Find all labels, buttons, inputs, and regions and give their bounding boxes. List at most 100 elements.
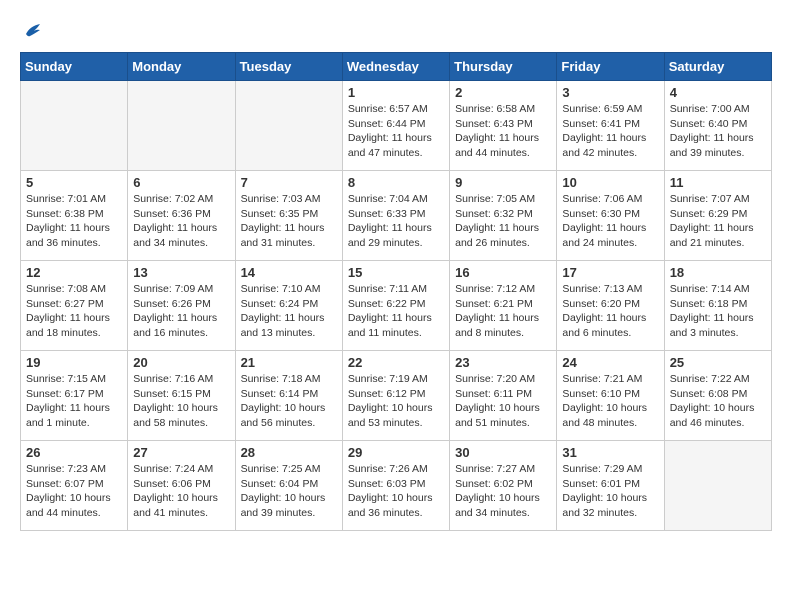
calendar-week-row: 26 Sunrise: 7:23 AM Sunset: 6:07 PM Dayli… (21, 441, 772, 531)
day-number: 20 (133, 355, 229, 370)
calendar-cell: 28 Sunrise: 7:25 AM Sunset: 6:04 PM Dayli… (235, 441, 342, 531)
day-header-thursday: Thursday (450, 53, 557, 81)
day-number: 16 (455, 265, 551, 280)
calendar-cell: 18 Sunrise: 7:14 AM Sunset: 6:18 PM Dayli… (664, 261, 771, 351)
day-number: 30 (455, 445, 551, 460)
day-info: Sunrise: 7:13 AM Sunset: 6:20 PM Dayligh… (562, 282, 658, 341)
day-info: Sunrise: 7:18 AM Sunset: 6:14 PM Dayligh… (241, 372, 337, 431)
day-number: 3 (562, 85, 658, 100)
calendar-cell: 6 Sunrise: 7:02 AM Sunset: 6:36 PM Daylig… (128, 171, 235, 261)
calendar-header-row: SundayMondayTuesdayWednesdayThursdayFrid… (21, 53, 772, 81)
day-info: Sunrise: 7:26 AM Sunset: 6:03 PM Dayligh… (348, 462, 444, 521)
calendar-cell: 9 Sunrise: 7:05 AM Sunset: 6:32 PM Daylig… (450, 171, 557, 261)
header (20, 20, 772, 42)
day-info: Sunrise: 7:10 AM Sunset: 6:24 PM Dayligh… (241, 282, 337, 341)
calendar-cell: 26 Sunrise: 7:23 AM Sunset: 6:07 PM Dayli… (21, 441, 128, 531)
day-header-sunday: Sunday (21, 53, 128, 81)
calendar-cell (21, 81, 128, 171)
day-number: 10 (562, 175, 658, 190)
calendar-cell (235, 81, 342, 171)
day-number: 26 (26, 445, 122, 460)
day-info: Sunrise: 7:02 AM Sunset: 6:36 PM Dayligh… (133, 192, 229, 251)
day-info: Sunrise: 6:59 AM Sunset: 6:41 PM Dayligh… (562, 102, 658, 161)
day-number: 19 (26, 355, 122, 370)
day-header-saturday: Saturday (664, 53, 771, 81)
calendar-week-row: 5Sunrise: 7:01 AM Sunset: 6:38 PM Daylig… (21, 171, 772, 261)
calendar-cell: 24 Sunrise: 7:21 AM Sunset: 6:10 PM Dayli… (557, 351, 664, 441)
day-info: Sunrise: 7:12 AM Sunset: 6:21 PM Dayligh… (455, 282, 551, 341)
day-number: 8 (348, 175, 444, 190)
calendar-cell: 10 Sunrise: 7:06 AM Sunset: 6:30 PM Dayli… (557, 171, 664, 261)
day-number: 17 (562, 265, 658, 280)
day-number: 25 (670, 355, 766, 370)
day-info: Sunrise: 7:24 AM Sunset: 6:06 PM Dayligh… (133, 462, 229, 521)
day-number: 13 (133, 265, 229, 280)
day-info: Sunrise: 7:11 AM Sunset: 6:22 PM Dayligh… (348, 282, 444, 341)
calendar-cell: 4 Sunrise: 7:00 AM Sunset: 6:40 PM Daylig… (664, 81, 771, 171)
calendar-cell: 16 Sunrise: 7:12 AM Sunset: 6:21 PM Dayli… (450, 261, 557, 351)
day-info: Sunrise: 7:08 AM Sunset: 6:27 PM Dayligh… (26, 282, 122, 341)
day-header-friday: Friday (557, 53, 664, 81)
calendar-cell: 29 Sunrise: 7:26 AM Sunset: 6:03 PM Dayli… (342, 441, 449, 531)
calendar-week-row: 1 Sunrise: 6:57 AM Sunset: 6:44 PM Daylig… (21, 81, 772, 171)
day-info: Sunrise: 7:15 AM Sunset: 6:17 PM Dayligh… (26, 372, 122, 431)
day-info: Sunrise: 7:01 AM Sunset: 6:38 PM Dayligh… (26, 192, 122, 251)
day-number: 29 (348, 445, 444, 460)
calendar-cell: 14 Sunrise: 7:10 AM Sunset: 6:24 PM Dayli… (235, 261, 342, 351)
day-info: Sunrise: 7:25 AM Sunset: 6:04 PM Dayligh… (241, 462, 337, 521)
day-info: Sunrise: 7:22 AM Sunset: 6:08 PM Dayligh… (670, 372, 766, 431)
day-info: Sunrise: 7:23 AM Sunset: 6:07 PM Dayligh… (26, 462, 122, 521)
calendar-cell: 17 Sunrise: 7:13 AM Sunset: 6:20 PM Dayli… (557, 261, 664, 351)
day-number: 27 (133, 445, 229, 460)
day-number: 14 (241, 265, 337, 280)
day-number: 23 (455, 355, 551, 370)
day-number: 18 (670, 265, 766, 280)
calendar-cell: 8 Sunrise: 7:04 AM Sunset: 6:33 PM Daylig… (342, 171, 449, 261)
calendar-cell: 22Sunrise: 7:19 AM Sunset: 6:12 PM Dayli… (342, 351, 449, 441)
day-header-monday: Monday (128, 53, 235, 81)
day-number: 7 (241, 175, 337, 190)
day-info: Sunrise: 7:16 AM Sunset: 6:15 PM Dayligh… (133, 372, 229, 431)
day-info: Sunrise: 7:00 AM Sunset: 6:40 PM Dayligh… (670, 102, 766, 161)
day-info: Sunrise: 7:19 AM Sunset: 6:12 PM Dayligh… (348, 372, 444, 431)
day-info: Sunrise: 7:27 AM Sunset: 6:02 PM Dayligh… (455, 462, 551, 521)
calendar-week-row: 19 Sunrise: 7:15 AM Sunset: 6:17 PM Dayli… (21, 351, 772, 441)
day-info: Sunrise: 7:06 AM Sunset: 6:30 PM Dayligh… (562, 192, 658, 251)
day-number: 1 (348, 85, 444, 100)
day-number: 6 (133, 175, 229, 190)
day-info: Sunrise: 6:58 AM Sunset: 6:43 PM Dayligh… (455, 102, 551, 161)
day-number: 28 (241, 445, 337, 460)
calendar-cell: 7 Sunrise: 7:03 AM Sunset: 6:35 PM Daylig… (235, 171, 342, 261)
calendar-table: SundayMondayTuesdayWednesdayThursdayFrid… (20, 52, 772, 531)
calendar-week-row: 12 Sunrise: 7:08 AM Sunset: 6:27 PM Dayli… (21, 261, 772, 351)
day-info: Sunrise: 7:03 AM Sunset: 6:35 PM Dayligh… (241, 192, 337, 251)
day-number: 9 (455, 175, 551, 190)
day-info: Sunrise: 7:05 AM Sunset: 6:32 PM Dayligh… (455, 192, 551, 251)
calendar-cell: 3 Sunrise: 6:59 AM Sunset: 6:41 PM Daylig… (557, 81, 664, 171)
day-info: Sunrise: 7:29 AM Sunset: 6:01 PM Dayligh… (562, 462, 658, 521)
day-info: Sunrise: 6:57 AM Sunset: 6:44 PM Dayligh… (348, 102, 444, 161)
day-number: 4 (670, 85, 766, 100)
day-header-tuesday: Tuesday (235, 53, 342, 81)
day-number: 2 (455, 85, 551, 100)
calendar-cell: 30 Sunrise: 7:27 AM Sunset: 6:02 PM Dayli… (450, 441, 557, 531)
day-info: Sunrise: 7:21 AM Sunset: 6:10 PM Dayligh… (562, 372, 658, 431)
day-info: Sunrise: 7:14 AM Sunset: 6:18 PM Dayligh… (670, 282, 766, 341)
day-info: Sunrise: 7:04 AM Sunset: 6:33 PM Dayligh… (348, 192, 444, 251)
calendar-cell: 5Sunrise: 7:01 AM Sunset: 6:38 PM Daylig… (21, 171, 128, 261)
calendar-cell: 19 Sunrise: 7:15 AM Sunset: 6:17 PM Dayli… (21, 351, 128, 441)
calendar-cell: 20 Sunrise: 7:16 AM Sunset: 6:15 PM Dayli… (128, 351, 235, 441)
calendar-cell: 11Sunrise: 7:07 AM Sunset: 6:29 PM Dayli… (664, 171, 771, 261)
calendar-cell: 21 Sunrise: 7:18 AM Sunset: 6:14 PM Dayli… (235, 351, 342, 441)
logo (20, 20, 44, 42)
calendar-cell: 1 Sunrise: 6:57 AM Sunset: 6:44 PM Daylig… (342, 81, 449, 171)
day-number: 21 (241, 355, 337, 370)
logo-bird-icon (22, 20, 44, 42)
day-number: 11 (670, 175, 766, 190)
day-header-wednesday: Wednesday (342, 53, 449, 81)
calendar-cell: 12 Sunrise: 7:08 AM Sunset: 6:27 PM Dayli… (21, 261, 128, 351)
day-info: Sunrise: 7:20 AM Sunset: 6:11 PM Dayligh… (455, 372, 551, 431)
day-number: 24 (562, 355, 658, 370)
day-number: 12 (26, 265, 122, 280)
calendar-cell: 13Sunrise: 7:09 AM Sunset: 6:26 PM Dayli… (128, 261, 235, 351)
